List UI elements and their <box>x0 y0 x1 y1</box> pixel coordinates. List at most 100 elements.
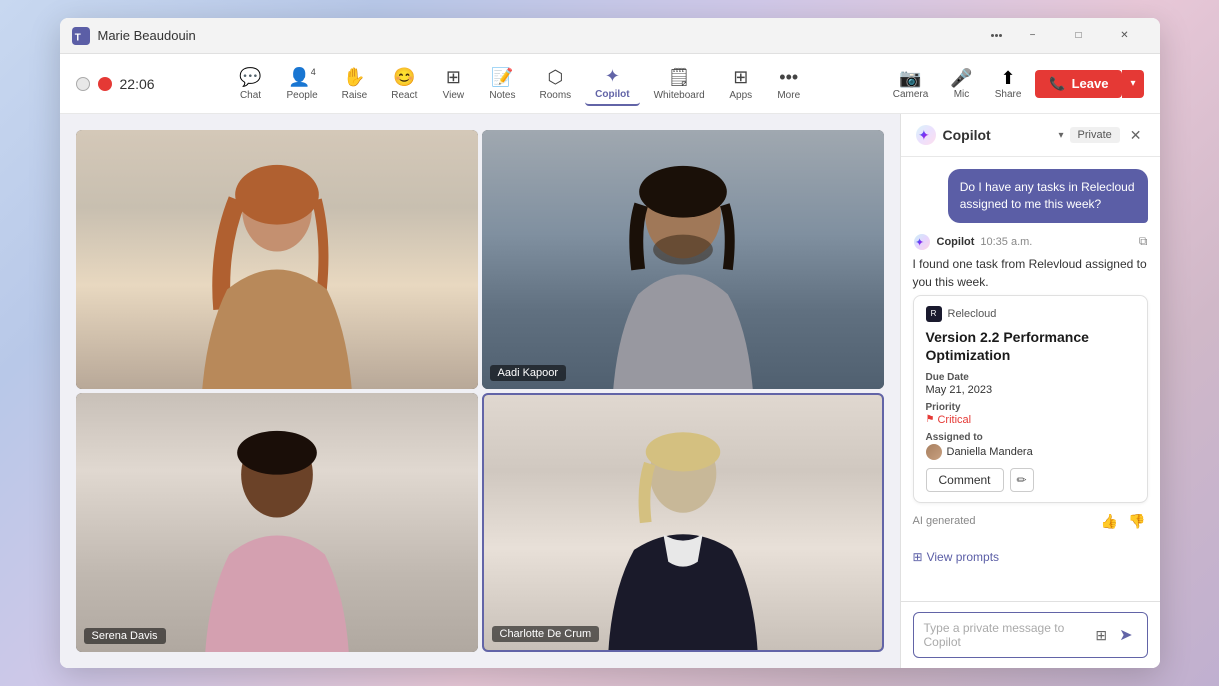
view-button[interactable]: ⊞ View <box>431 63 475 105</box>
svg-text:✦: ✦ <box>915 237 924 249</box>
video-bg-2: Aadi Kapoor <box>482 130 884 389</box>
leave-button[interactable]: 📞 Leave <box>1035 70 1122 98</box>
copilot-panel-title: Copilot <box>943 127 1053 143</box>
task-priority-field: Priority ⚑ Critical <box>926 402 1135 426</box>
react-label: React <box>391 90 417 101</box>
bot-name: Copilot <box>937 236 975 248</box>
private-badge: Private <box>1070 127 1120 143</box>
toolbar-center: 💬 Chat 👤4 People ✋ Raise 😊 React ⊞ View … <box>229 62 811 106</box>
due-date-value: May 21, 2023 <box>926 384 1135 396</box>
apps-button[interactable]: ⊞ Apps <box>719 63 763 105</box>
react-icon: 😊 <box>393 67 415 88</box>
main-content: Aadi Kapoor Serena Davis <box>60 114 1160 668</box>
chat-label: Chat <box>240 90 261 101</box>
whiteboard-icon: 🗒 <box>668 67 691 88</box>
copy-icon[interactable]: ⧉ <box>1139 234 1148 249</box>
share-button[interactable]: ⬆ Share <box>987 64 1030 104</box>
video-tile-3: Serena Davis <box>76 393 478 652</box>
chat-button[interactable]: 💬 Chat <box>229 63 273 105</box>
record-indicator <box>98 77 112 91</box>
teams-logo-icon: T <box>72 27 90 45</box>
more-options-button[interactable] <box>991 34 1002 37</box>
priority-value: ⚑ Critical <box>926 414 1135 426</box>
edit-button[interactable]: ✏ <box>1010 468 1034 492</box>
task-title: Version 2.2 Performance Optimization <box>926 328 1135 364</box>
more-icon: ••• <box>779 67 798 88</box>
rooms-label: Rooms <box>539 90 571 101</box>
thumbs-down-button[interactable]: 👎 <box>1126 511 1147 532</box>
copilot-body: Do I have any tasks in Relecloud assigne… <box>901 157 1160 601</box>
raise-button[interactable]: ✋ Raise <box>332 63 378 105</box>
copilot-chevron-icon[interactable]: ▾ <box>1058 130 1063 141</box>
name-tag-2: Aadi Kapoor <box>490 365 567 381</box>
name-tag-3: Serena Davis <box>84 628 166 644</box>
view-prompts-button[interactable]: ⊞ View prompts <box>913 546 1148 572</box>
thumbs-up-button[interactable]: 👍 <box>1099 511 1120 532</box>
whiteboard-button[interactable]: 🗒 Whiteboard <box>644 63 715 105</box>
copilot-logo-icon: ✦ <box>915 124 937 146</box>
video-tile-1 <box>76 130 478 389</box>
assignee-name: Daniella Mandera <box>947 446 1033 458</box>
bot-meta: ✦ Copilot 10:35 a.m. ⧉ <box>913 233 1148 251</box>
ai-generated-label: AI generated <box>913 515 1093 527</box>
person-silhouette-4 <box>484 395 882 650</box>
copilot-button[interactable]: ✦ Copilot <box>585 62 639 106</box>
task-card-header: R Relecloud <box>926 306 1135 322</box>
video-grid: Aadi Kapoor Serena Davis <box>60 114 900 668</box>
task-assignee-field: Assigned to Daniella Mandera <box>926 432 1135 460</box>
prompts-icon: ⊞ <box>913 550 923 564</box>
rooms-icon: ⬡ <box>547 67 563 88</box>
video-bg-4: Charlotte De Crum <box>484 395 882 650</box>
input-actions: ⊞ ➤ <box>1093 623 1136 647</box>
maximize-button[interactable]: □ <box>1056 21 1102 51</box>
leave-group: 📞 Leave ▾ <box>1035 70 1143 98</box>
more-button[interactable]: ••• More <box>767 63 811 105</box>
phone-icon: 📞 <box>1049 76 1065 92</box>
priority-label: Priority <box>926 402 1135 413</box>
share-label: Share <box>995 89 1022 100</box>
grid-icon-button[interactable]: ⊞ <box>1093 625 1109 646</box>
share-icon: ⬆ <box>1001 68 1016 89</box>
raise-label: Raise <box>342 90 368 101</box>
notes-icon: 📝 <box>491 67 513 88</box>
bot-message-wrap: ✦ Copilot 10:35 a.m. ⧉ I found one task … <box>913 233 1148 536</box>
copilot-input-area: Type a private message to Copilot ⊞ ➤ <box>901 601 1160 668</box>
person-silhouette-3 <box>76 393 478 652</box>
more-label: More <box>777 90 800 101</box>
copilot-header: ✦ Copilot ▾ Private ✕ <box>901 114 1160 157</box>
minimize-button[interactable]: − <box>1010 21 1056 51</box>
copilot-panel: ✦ Copilot ▾ Private ✕ Do I have any task… <box>900 114 1160 668</box>
close-button[interactable]: ✕ <box>1102 21 1148 51</box>
copilot-close-button[interactable]: ✕ <box>1126 125 1146 146</box>
copilot-icon: ✦ <box>605 66 620 87</box>
user-message: Do I have any tasks in Relecloud assigne… <box>948 169 1148 223</box>
ai-generated-row: AI generated 👍 👎 <box>913 507 1148 536</box>
camera-button[interactable]: 📷 Camera <box>885 64 937 104</box>
copilot-input-box[interactable]: Type a private message to Copilot ⊞ ➤ <box>913 612 1148 658</box>
shield-icon <box>76 77 90 91</box>
comment-button[interactable]: Comment <box>926 468 1004 492</box>
teams-window: T Marie Beaudouin − □ ✕ 22:06 💬 Chat 👤4 … <box>60 18 1160 668</box>
video-tile-2: Aadi Kapoor <box>482 130 884 389</box>
meeting-toolbar: 22:06 💬 Chat 👤4 People ✋ Raise 😊 React ⊞… <box>60 54 1160 114</box>
assigned-to-label: Assigned to <box>926 432 1135 443</box>
video-bg-1 <box>76 130 478 389</box>
people-button[interactable]: 👤4 People <box>277 63 328 105</box>
react-button[interactable]: 😊 React <box>381 63 427 105</box>
chat-icon: 💬 <box>239 67 261 88</box>
view-icon: ⊞ <box>446 67 461 88</box>
titlebar: T Marie Beaudouin − □ ✕ <box>60 18 1160 54</box>
relecloud-icon: R <box>926 306 942 322</box>
notes-button[interactable]: 📝 Notes <box>479 63 525 105</box>
send-button[interactable]: ➤ <box>1115 623 1136 647</box>
mic-icon: 🎤 <box>950 68 972 89</box>
task-due-date-field: Due Date May 21, 2023 <box>926 372 1135 396</box>
toolbar-right: 📷 Camera 🎤 Mic ⬆ Share 📞 Leave ▾ <box>885 64 1144 104</box>
view-label: View <box>443 90 465 101</box>
name-tag-4: Charlotte De Crum <box>492 626 600 642</box>
person-silhouette-1 <box>76 130 478 389</box>
rooms-button[interactable]: ⬡ Rooms <box>529 63 581 105</box>
leave-dropdown-button[interactable]: ▾ <box>1122 70 1143 98</box>
toolbar-left: 22:06 <box>76 76 155 92</box>
mic-button[interactable]: 🎤 Mic <box>942 64 980 104</box>
